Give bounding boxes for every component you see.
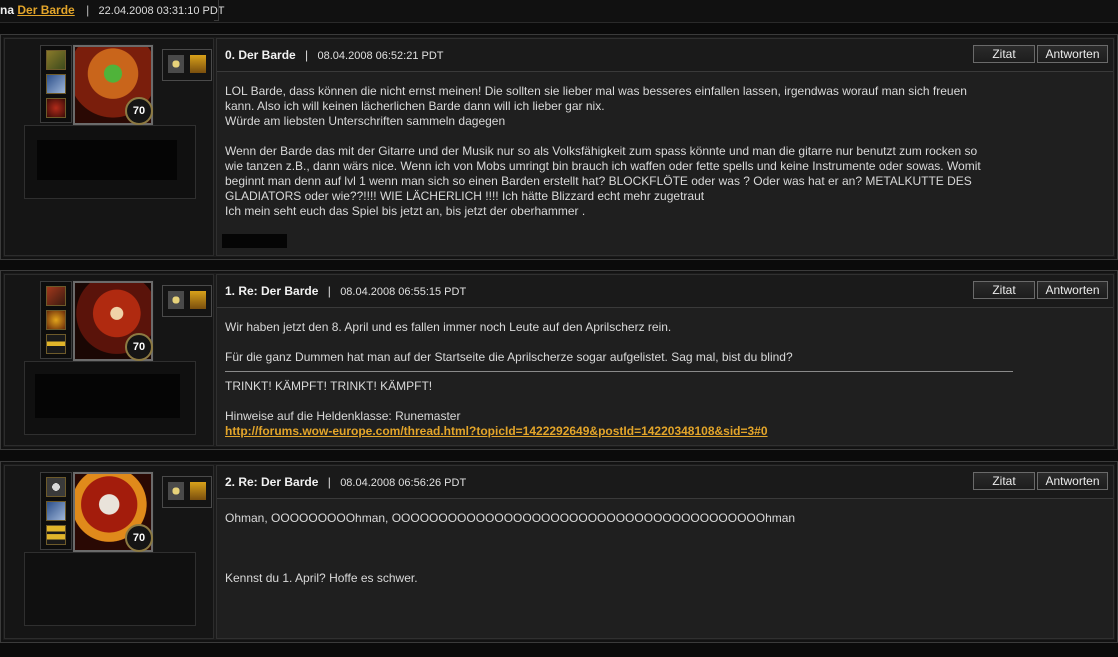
post-content: 1. Re: Der Barde | 08.04.2008 06:55:15 P… xyxy=(216,274,1114,446)
reply-button[interactable]: Antworten xyxy=(1037,472,1108,490)
sword-icon xyxy=(46,501,66,521)
forum-post: 70 0. Der Barde | 08.04.2008 06:52:21 PD… xyxy=(0,34,1118,260)
post-body: LOL Barde, dass können die nicht ernst m… xyxy=(225,84,1013,219)
signature-line: Hinweise auf die Heldenklasse: Runemaste… xyxy=(225,409,461,423)
report-icon[interactable] xyxy=(190,291,206,309)
author-sidebar: 70 xyxy=(4,274,214,446)
post-text-line: Ich mein seht euch das Spiel bis jetzt a… xyxy=(225,204,586,218)
forum-post: 70 1. Re: Der Barde | 08.04.2008 06:55:1… xyxy=(0,270,1118,450)
level-badge: 70 xyxy=(125,333,153,361)
post-text-line: Für die ganz Dummen hat man auf der Star… xyxy=(225,350,793,364)
forum-post: 70 2. Re: Der Barde | 08.04.2008 06:56:2… xyxy=(0,461,1118,643)
post-body: Wir haben jetzt den 8. April und es fall… xyxy=(225,320,1013,439)
level-badge: 70 xyxy=(125,524,153,552)
sword-icon xyxy=(46,74,66,94)
author-info-box xyxy=(24,361,196,435)
post-text-line: Wir haben jetzt den 8. April und es fall… xyxy=(225,320,672,334)
post-content: 0. Der Barde | 08.04.2008 06:52:21 PDT Z… xyxy=(216,38,1114,256)
title-separator: | xyxy=(327,475,331,489)
post-content: 2. Re: Der Barde | 08.04.2008 06:56:26 P… xyxy=(216,465,1114,639)
post-text-line: LOL Barde, dass können die nicht ernst m… xyxy=(225,84,967,98)
post-title: 0. Der Barde xyxy=(225,48,296,62)
post-title-line: 1. Re: Der Barde | 08.04.2008 06:55:15 P… xyxy=(225,284,466,298)
post-text-line: Kennst du 1. April? Hoffe es schwer. xyxy=(225,571,418,585)
thread-topic-link[interactable]: Der Barde xyxy=(17,3,74,17)
reply-button[interactable]: Antworten xyxy=(1037,45,1108,63)
post-text-line: Wenn der Barde das mit der Gitarre und d… xyxy=(225,144,978,158)
user-actions xyxy=(162,476,212,508)
reply-button[interactable]: Antworten xyxy=(1037,281,1108,299)
quote-button[interactable]: Zitat xyxy=(973,45,1035,63)
user-actions xyxy=(162,49,212,81)
thread-datetime: 22.04.2008 03:31:10 PDT xyxy=(98,5,225,17)
author-sidebar: 70 xyxy=(4,465,214,639)
post-text-line: Ohman, OOOOOOOOOhman, OOOOOOOOOOOOOOOOOO… xyxy=(225,511,796,525)
title-separator: | xyxy=(327,284,331,298)
post-timestamp: 08.04.2008 06:55:15 PDT xyxy=(340,286,467,298)
header-divider xyxy=(214,0,219,21)
redacted-signature xyxy=(222,234,287,248)
chevron-down-icon xyxy=(46,334,66,354)
post-text-line: kann. Also ich will keinen lächerlichen … xyxy=(225,99,605,113)
faction-icon xyxy=(46,286,66,306)
post-text-line: Würde am liebsten Unterschriften sammeln… xyxy=(225,114,506,128)
post-header: 2. Re: Der Barde | 08.04.2008 06:56:26 P… xyxy=(217,466,1113,499)
report-icon[interactable] xyxy=(190,482,206,500)
signature-divider xyxy=(225,371,1013,372)
breadcrumb-separator: | xyxy=(86,3,90,17)
post-body: Ohman, OOOOOOOOOhman, OOOOOOOOOOOOOOOOOO… xyxy=(225,511,1013,586)
breadcrumb: na Der Barde | 22.04.2008 03:31:10 PDT xyxy=(0,0,225,21)
redacted-author-name xyxy=(35,374,180,418)
rank-icons xyxy=(40,281,72,359)
post-title-line: 0. Der Barde | 08.04.2008 06:52:21 PDT xyxy=(225,48,444,62)
rank-icons xyxy=(40,472,72,550)
post-title: 2. Re: Der Barde xyxy=(225,475,319,489)
class-icon xyxy=(46,310,66,330)
post-text-line: beginnt man denn auf lvl 1 wenn man sich… xyxy=(225,174,972,188)
post-text-line: GLADIATORS oder wie??!!!! WIE LÄCHERLICH… xyxy=(225,189,705,203)
rank-chevrons-icon xyxy=(46,525,66,545)
author-info-box xyxy=(24,125,196,199)
post-timestamp: 08.04.2008 06:56:26 PDT xyxy=(340,477,467,489)
thread-header-bar: na Der Barde | 22.04.2008 03:31:10 PDT xyxy=(0,0,1118,23)
signature-line: TRINKT! KÄMPFT! TRINKT! KÄMPFT! xyxy=(225,379,433,393)
post-header: 0. Der Barde | 08.04.2008 06:52:21 PDT Z… xyxy=(217,39,1113,72)
post-title: 1. Re: Der Barde xyxy=(225,284,319,298)
rank-icons xyxy=(40,45,72,123)
post-header: 1. Re: Der Barde | 08.04.2008 06:55:15 P… xyxy=(217,275,1113,308)
view-profile-icon[interactable] xyxy=(168,482,184,500)
signature-link[interactable]: http://forums.wow-europe.com/thread.html… xyxy=(225,424,768,438)
redacted-author-name xyxy=(37,140,177,180)
post-timestamp: 08.04.2008 06:52:21 PDT xyxy=(317,50,444,62)
report-icon[interactable] xyxy=(190,55,206,73)
skull-icon xyxy=(46,477,66,497)
view-profile-icon[interactable] xyxy=(168,55,184,73)
post-title-line: 2. Re: Der Barde | 08.04.2008 06:56:26 P… xyxy=(225,475,466,489)
faction-icon xyxy=(46,50,66,70)
view-profile-icon[interactable] xyxy=(168,291,184,309)
author-sidebar: 70 xyxy=(4,38,214,256)
author-info-box xyxy=(24,552,196,626)
post-text-line: wie tanzen z.B., dann wärs nice. Wenn ic… xyxy=(225,159,981,173)
level-badge: 70 xyxy=(125,97,153,125)
breadcrumb-prefix: na xyxy=(0,3,15,17)
user-actions xyxy=(162,285,212,317)
title-separator: | xyxy=(305,48,309,62)
quote-button[interactable]: Zitat xyxy=(973,472,1035,490)
quote-button[interactable]: Zitat xyxy=(973,281,1035,299)
class-icon xyxy=(46,98,66,118)
